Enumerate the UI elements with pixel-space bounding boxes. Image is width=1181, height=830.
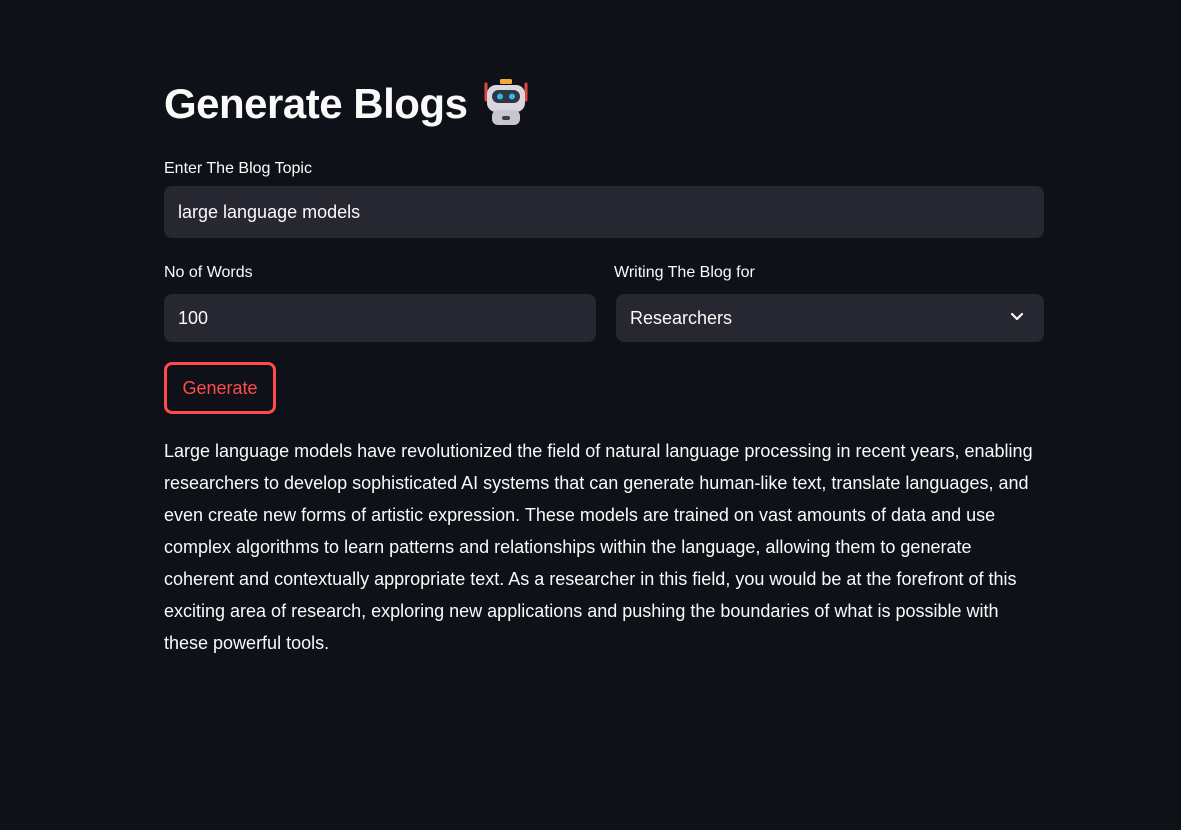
words-input-value: 100 [178, 307, 209, 328]
topic-input-value: large language models [178, 201, 361, 222]
page-title: Generate Blogs [164, 80, 468, 127]
audience-select-value: Researchers [630, 307, 733, 328]
topic-label: Enter The Blog Topic [164, 160, 312, 177]
robot-icon [481, 78, 531, 131]
generate-button-label: Generate [182, 377, 258, 398]
audience-label: Writing The Blog for [614, 264, 755, 281]
audience-select[interactable]: Researchers [616, 294, 1044, 342]
words-input[interactable]: 100 [164, 294, 596, 342]
topic-input[interactable]: large language models [164, 186, 1044, 238]
chevron-down-icon [1008, 307, 1030, 330]
generate-button[interactable]: Generate [164, 362, 276, 414]
words-label: No of Words [164, 264, 253, 281]
generated-blog-text: Large language models have revolutionize… [164, 441, 1033, 653]
title-row: Generate Blogs [164, 76, 531, 132]
